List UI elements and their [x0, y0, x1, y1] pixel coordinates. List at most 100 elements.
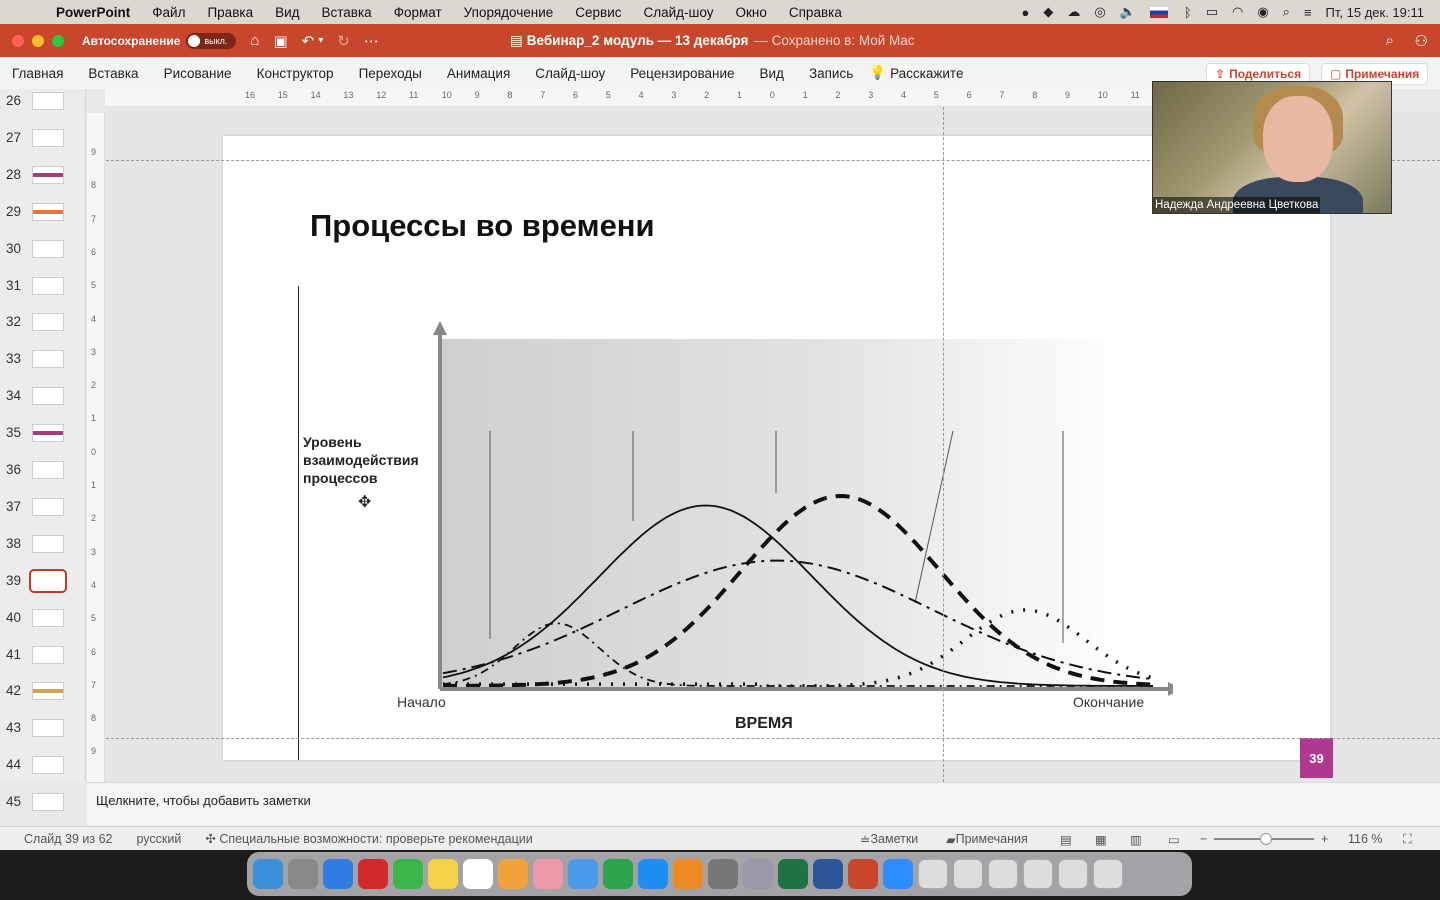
slide-thumbnail-43[interactable]: 43	[0, 716, 86, 753]
sorter-view-icon[interactable]: ▦	[1095, 827, 1107, 851]
slide-thumbnail-26[interactable]: 26	[0, 89, 86, 126]
normal-view-icon[interactable]: ▤	[1060, 827, 1072, 851]
thumbnail-image[interactable]	[32, 350, 64, 369]
wifi-icon[interactable]: ◠	[1232, 4, 1243, 20]
dropbox-status-icon[interactable]: ◆	[1043, 4, 1053, 20]
menu-slideshow[interactable]: Слайд-шоу	[644, 5, 714, 20]
tell-me-input[interactable]: Расскажите	[890, 66, 963, 81]
tab-home[interactable]: Главная	[12, 66, 63, 81]
more-icon[interactable]: ⋯	[364, 32, 379, 50]
vertical-divider-line[interactable]	[298, 286, 299, 760]
thumbnail-image[interactable]	[32, 793, 64, 812]
russian-flag-icon[interactable]	[1149, 6, 1168, 18]
home-icon[interactable]: ⌂	[250, 32, 259, 49]
zoom-window-button[interactable]	[52, 34, 64, 47]
notes-toggle[interactable]: ≐ Заметки	[860, 827, 918, 851]
dock-books-icon[interactable]	[673, 859, 703, 889]
dock-numbers-icon[interactable]	[393, 859, 423, 889]
vertical-ruler[interactable]: 9 8 7 6 5 4 3 2 1 0 1 2 3 4 5 6 7 8 9	[87, 113, 105, 782]
dock-trash-icon[interactable]	[1093, 859, 1123, 889]
evernote-status-icon[interactable]: ●	[1021, 5, 1029, 20]
slide-thumbnails-panel[interactable]: 26 27 28 29 30 31 32 33 34 35 36 37 38 39 40 41 42 43 44 45	[0, 89, 86, 812]
menu-help[interactable]: Справка	[789, 5, 842, 20]
dock-launchpad-icon[interactable]	[288, 859, 318, 889]
thumbnail-image[interactable]	[32, 608, 64, 627]
slide-title[interactable]: Процессы во времени	[310, 208, 655, 244]
autosave-toggle[interactable]: выкл.	[186, 32, 237, 49]
thumbnail-image[interactable]	[32, 719, 64, 738]
airdrop-status-icon[interactable]: ◎	[1094, 4, 1105, 20]
menu-insert[interactable]: Вставка	[322, 5, 372, 20]
slideshow-view-icon[interactable]: ▭	[1168, 827, 1180, 851]
dock-safari-icon[interactable]	[323, 859, 353, 889]
thumbnail-image[interactable]	[32, 534, 64, 553]
thumbnail-image[interactable]	[32, 165, 64, 184]
bluetooth-icon[interactable]: ᛒ	[1184, 5, 1192, 20]
menu-arrange[interactable]: Упорядочение	[464, 5, 554, 20]
reading-view-icon[interactable]: ▥	[1130, 827, 1142, 851]
dock-file-icon[interactable]	[953, 859, 983, 889]
dock-word-icon[interactable]	[813, 859, 843, 889]
thumbnail-image[interactable]	[32, 461, 64, 479]
slide-thumbnail-40[interactable]: 40	[0, 606, 86, 643]
dock-zoom-icon[interactable]	[883, 859, 913, 889]
slide-thumbnail-29[interactable]: 29	[0, 200, 86, 237]
dock-mail-icon[interactable]	[568, 859, 598, 889]
slide-thumbnail-45[interactable]: 45	[0, 790, 86, 827]
menu-edit[interactable]: Правка	[207, 5, 253, 20]
slide[interactable]: Процессы во времени Уровень взаимодейств…	[223, 136, 1330, 760]
slide-thumbnail-39[interactable]: 39	[0, 568, 86, 606]
tab-design[interactable]: Конструктор	[257, 66, 334, 81]
tab-review[interactable]: Рецензирование	[630, 66, 734, 81]
dock-evernote-icon[interactable]	[603, 859, 633, 889]
undo-icon[interactable]: ↶	[302, 32, 315, 50]
tab-view[interactable]: Вид	[760, 66, 784, 81]
dock-pages-icon[interactable]	[498, 859, 528, 889]
search-doc-icon[interactable]: ⌕	[1386, 32, 1394, 49]
thumbnail-image[interactable]	[32, 497, 64, 516]
menu-view[interactable]: Вид	[275, 5, 299, 20]
battery-icon[interactable]: ▭	[1206, 4, 1218, 20]
minimize-window-button[interactable]	[32, 34, 44, 47]
thumbnail-image[interactable]	[32, 239, 64, 258]
dock-settings-icon[interactable]	[708, 859, 738, 889]
slide-thumbnail-33[interactable]: 33	[0, 347, 86, 384]
undo-dropdown-icon[interactable]: ▾	[318, 35, 323, 46]
guide-vertical[interactable]	[943, 107, 944, 782]
dock-file-icon[interactable]	[1058, 859, 1088, 889]
thumbnail-image[interactable]	[32, 202, 64, 221]
dock-notes-icon[interactable]	[428, 859, 458, 889]
language-status[interactable]: русский	[137, 832, 182, 846]
slide-thumbnail-34[interactable]: 34	[0, 384, 86, 421]
thumbnail-image[interactable]	[32, 756, 64, 775]
user-icon[interactable]: ◉	[1257, 4, 1268, 20]
slide-thumbnail-38[interactable]: 38	[0, 532, 86, 569]
zoom-out-button[interactable]: −	[1200, 827, 1207, 851]
search-icon[interactable]: ⌕	[1283, 4, 1290, 20]
dock-finder-icon[interactable]	[253, 859, 283, 889]
slide-thumbnail-44[interactable]: 44	[0, 753, 86, 790]
slide-thumbnail-41[interactable]: 41	[0, 643, 86, 680]
thumbnail-image[interactable]	[32, 313, 64, 332]
horizontal-ruler[interactable]: 16 15 14 13 12 11 10 9 8 7 6 5 4 3 2 1 0 1 2 3 4 5 6 7 8 9 10 11	[105, 89, 1155, 107]
menu-tools[interactable]: Сервис	[575, 5, 621, 20]
thumbnail-image[interactable]	[32, 92, 64, 110]
slide-thumbnail-35[interactable]: 35	[0, 421, 86, 458]
slide-thumbnail-27[interactable]: 27	[0, 126, 86, 163]
thumbnail-image[interactable]	[32, 387, 64, 406]
slide-thumbnail-37[interactable]: 37	[0, 495, 86, 532]
tab-transitions[interactable]: Переходы	[359, 66, 422, 81]
save-icon[interactable]: ▣	[273, 32, 287, 50]
tab-record[interactable]: Запись	[809, 66, 853, 81]
close-window-button[interactable]	[12, 34, 24, 47]
thumbnail-image[interactable]	[32, 128, 64, 147]
control-center-icon[interactable]: ≡	[1304, 5, 1312, 20]
dock-app-store-icon[interactable]	[638, 859, 668, 889]
thumbnail-image[interactable]	[32, 276, 64, 295]
document-title[interactable]: ▤ Вебинар_2 модуль — 13 декабря — Сохран…	[510, 24, 915, 57]
slide-thumbnail-28[interactable]: 28	[0, 163, 86, 200]
zoom-level[interactable]: 116 %	[1348, 827, 1383, 851]
slide-thumbnail-30[interactable]: 30	[0, 237, 86, 274]
slide-counter[interactable]: Слайд 39 из 62	[24, 832, 113, 846]
dock-opera-icon[interactable]	[358, 859, 388, 889]
